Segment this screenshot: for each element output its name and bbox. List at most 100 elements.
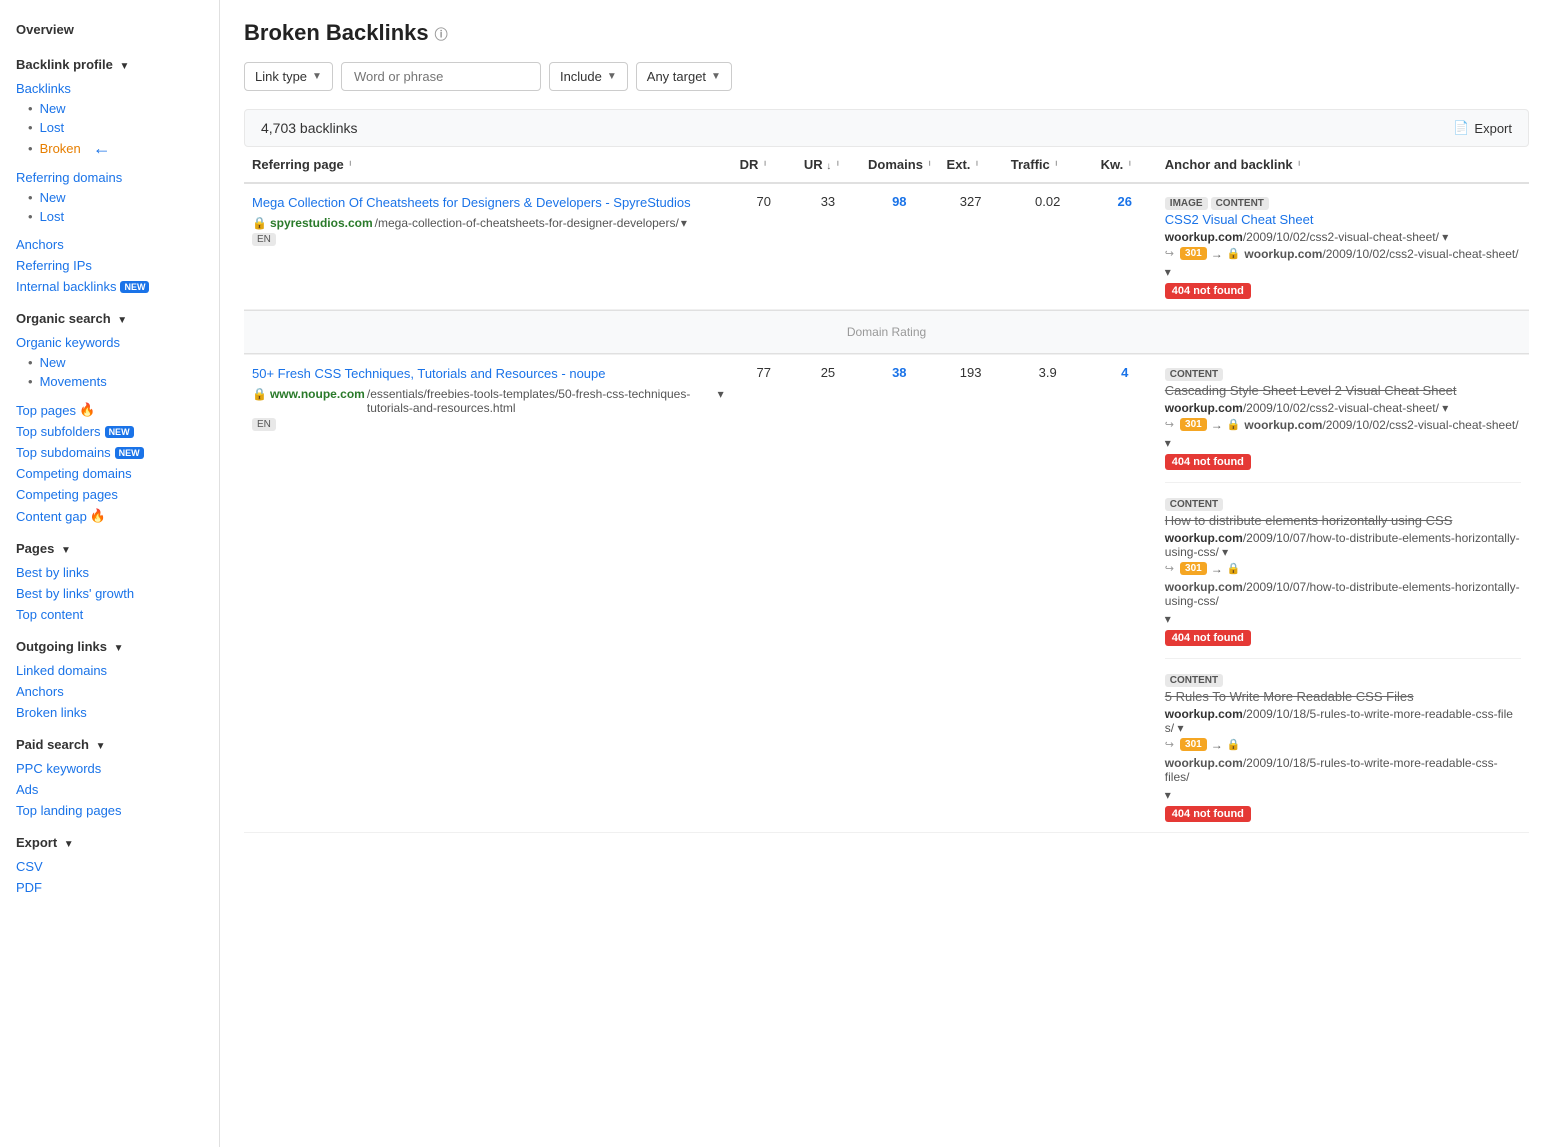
sidebar-top-subfolders[interactable]: Top subfolders NEW	[0, 421, 219, 442]
sidebar-top-pages[interactable]: Top pages 🔥	[0, 399, 219, 421]
sidebar-ppc-keywords[interactable]: PPC keywords	[0, 758, 219, 779]
sidebar-organic-keywords[interactable]: Organic keywords	[0, 332, 219, 353]
sidebar-pages[interactable]: Pages ▼	[0, 535, 219, 562]
th-kw-info[interactable]: ⁱ	[1129, 160, 1131, 172]
export-button[interactable]: 📄 Export	[1453, 120, 1512, 136]
sidebar-ads[interactable]: Ads	[0, 779, 219, 800]
anchor-block: IMAGECONTENT CSS2 Visual Cheat Sheet woo…	[1165, 194, 1521, 299]
domain-name[interactable]: www.noupe.com	[270, 387, 365, 401]
cell-kw: 26	[1093, 183, 1157, 310]
link-type-dropdown[interactable]: Link type ▼	[244, 62, 333, 91]
anchor-title-link[interactable]: How to distribute elements horizontally …	[1165, 513, 1521, 528]
sidebar-best-by-links[interactable]: Best by links	[0, 562, 219, 583]
sidebar-linked-domains[interactable]: Linked domains	[0, 660, 219, 681]
cell-dr: 70	[732, 183, 796, 310]
redirect-dropdown[interactable]: ▾	[1165, 436, 1171, 450]
anchor-title-link[interactable]: Cascading Style Sheet Level 2 Visual Che…	[1165, 383, 1521, 398]
sidebar-competing-pages[interactable]: Competing pages	[0, 484, 219, 505]
th-anchor-info[interactable]: ⁱ	[1298, 160, 1300, 172]
sidebar-content-gap[interactable]: Content gap 🔥	[0, 505, 219, 527]
sidebar-competing-domains[interactable]: Competing domains	[0, 463, 219, 484]
th-dr-info[interactable]: ⁱ	[764, 160, 766, 172]
sidebar-anchors2[interactable]: Anchors	[0, 681, 219, 702]
redirect-dest-url[interactable]: woorkup.com/2009/10/02/css2-visual-cheat…	[1244, 247, 1518, 261]
redirect-dropdown[interactable]: ▾	[1165, 265, 1171, 279]
cell-referring-page: 50+ Fresh CSS Techniques, Tutorials and …	[244, 355, 732, 833]
url-path: /mega-collection-of-cheatsheets-for-desi…	[375, 216, 679, 230]
export-icon: 📄	[1453, 120, 1469, 136]
th-referring-info[interactable]: ⁱ	[349, 160, 351, 172]
tag-content: CONTENT	[1165, 368, 1223, 381]
sidebar-outgoing-links[interactable]: Outgoing links ▼	[0, 633, 219, 660]
sidebar-organic-new[interactable]: • New	[0, 353, 219, 372]
th-domains-info[interactable]: ⁱ	[929, 160, 931, 172]
anchor-title-link[interactable]: 5 Rules To Write More Readable CSS Files	[1165, 689, 1521, 704]
sidebar-backlink-profile[interactable]: Backlink profile ▼	[0, 51, 219, 78]
lock-icon: 🔒	[252, 216, 267, 230]
main-content: Broken Backlinks ⓘ Link type ▼ Include ▼…	[220, 0, 1553, 1147]
anchor-dropdown[interactable]: ▾	[1177, 721, 1183, 735]
page-title-info-icon[interactable]: ⓘ	[435, 24, 448, 43]
th-domains: Domains ⁱ	[860, 147, 939, 183]
sidebar: Overview Backlink profile ▼ Backlinks • …	[0, 0, 220, 1147]
sidebar-best-by-links-growth[interactable]: Best by links' growth	[0, 583, 219, 604]
sidebar-backlinks-broken[interactable]: • Broken ←	[0, 137, 219, 159]
top-subfolders-badge: NEW	[105, 426, 134, 438]
sidebar-organic-movements[interactable]: • Movements	[0, 372, 219, 391]
sidebar-export[interactable]: Export ▼	[0, 829, 219, 856]
sidebar-pdf[interactable]: PDF	[0, 877, 219, 898]
redirect-row: ↪ 301 → 🔒 woorkup.com/2009/10/02/css2-vi…	[1165, 418, 1521, 450]
backlink-profile-arrow: ▼	[119, 61, 129, 72]
dropdown-icon[interactable]: ▾	[681, 216, 687, 230]
redirect-dest-url[interactable]: woorkup.com/2009/10/02/css2-visual-cheat…	[1244, 418, 1518, 432]
sidebar-csv[interactable]: CSV	[0, 856, 219, 877]
redirect-dest-url[interactable]: woorkup.com/2009/10/18/5-rules-to-write-…	[1165, 756, 1521, 784]
redirect-dest-url[interactable]: woorkup.com/2009/10/07/how-to-distribute…	[1165, 580, 1521, 608]
sidebar-referring-new[interactable]: • New	[0, 188, 219, 207]
sidebar-referring-lost[interactable]: • Lost	[0, 207, 219, 226]
domain-name[interactable]: spyrestudios.com	[270, 216, 373, 230]
dropdown-icon[interactable]: ▾	[718, 387, 724, 401]
domain-rating-tooltip: Domain Rating	[839, 317, 934, 347]
sidebar-referring-domains[interactable]: Referring domains	[0, 167, 219, 188]
word-phrase-input[interactable]	[341, 62, 541, 91]
stats-bar: 4,703 backlinks 📄 Export	[244, 109, 1529, 147]
th-traffic-info[interactable]: ⁱ	[1055, 160, 1057, 172]
any-target-dropdown[interactable]: Any target ▼	[636, 62, 732, 91]
sidebar-top-subdomains[interactable]: Top subdomains NEW	[0, 442, 219, 463]
anchor-url: woorkup.com/2009/10/02/css2-visual-cheat…	[1165, 401, 1521, 415]
sidebar-top-content[interactable]: Top content	[0, 604, 219, 625]
cell-referring-page: Mega Collection Of Cheatsheets for Desig…	[244, 183, 732, 310]
link-type-arrow: ▼	[312, 71, 322, 82]
redirect-arrow-icon: ↪	[1165, 247, 1174, 260]
anchor-block: CONTENT How to distribute elements horiz…	[1165, 495, 1521, 659]
sidebar-organic-search[interactable]: Organic search ▼	[0, 305, 219, 332]
th-ur-info[interactable]: ⁱ	[837, 160, 839, 172]
include-dropdown[interactable]: Include ▼	[549, 62, 628, 91]
anchor-block: CONTENT 5 Rules To Write More Readable C…	[1165, 671, 1521, 822]
sidebar-backlinks-lost[interactable]: • Lost	[0, 118, 219, 137]
redirect-dropdown[interactable]: ▾	[1165, 612, 1171, 626]
sidebar-backlinks[interactable]: Backlinks	[0, 78, 219, 99]
anchor-title-link[interactable]: CSS2 Visual Cheat Sheet	[1165, 212, 1521, 227]
sidebar-paid-search[interactable]: Paid search ▼	[0, 731, 219, 758]
th-ur-sort[interactable]: ↓	[826, 161, 831, 172]
badge-404: 404 not found	[1165, 630, 1251, 646]
anchor-block: CONTENT Cascading Style Sheet Level 2 Vi…	[1165, 365, 1521, 483]
sidebar-overview[interactable]: Overview	[0, 16, 219, 43]
anchor-dropdown[interactable]: ▾	[1442, 230, 1448, 244]
internal-backlinks-badge: NEW	[120, 281, 149, 293]
redirect-dropdown[interactable]: ▾	[1165, 788, 1171, 802]
th-ext-info[interactable]: ⁱ	[976, 160, 978, 172]
sidebar-top-landing-pages[interactable]: Top landing pages	[0, 800, 219, 821]
page-title-link[interactable]: 50+ Fresh CSS Techniques, Tutorials and …	[252, 366, 606, 381]
anchor-dropdown[interactable]: ▾	[1222, 545, 1228, 559]
anchor-dropdown[interactable]: ▾	[1442, 401, 1448, 415]
sidebar-internal-backlinks[interactable]: Internal backlinks NEW	[0, 276, 219, 297]
sidebar-anchors[interactable]: Anchors	[0, 234, 219, 255]
page-title-link[interactable]: Mega Collection Of Cheatsheets for Desig…	[252, 195, 691, 210]
sidebar-referring-ips[interactable]: Referring IPs	[0, 255, 219, 276]
sidebar-broken-links[interactable]: Broken links	[0, 702, 219, 723]
sidebar-backlinks-new[interactable]: • New	[0, 99, 219, 118]
any-target-arrow: ▼	[711, 71, 721, 82]
